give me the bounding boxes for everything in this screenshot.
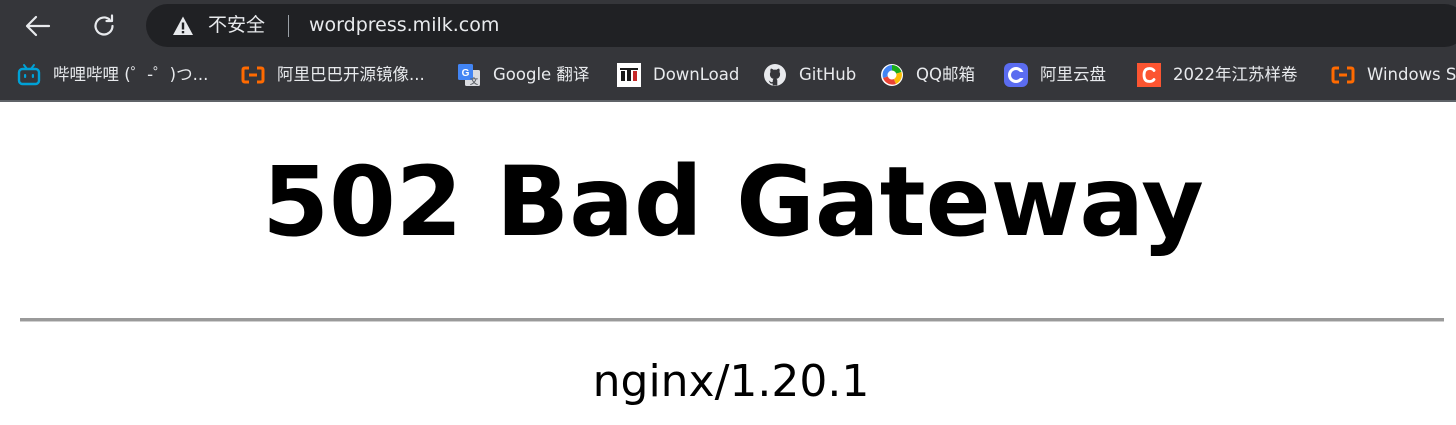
- url-text[interactable]: wordpress.milk.com: [309, 13, 499, 37]
- github-icon: [763, 63, 787, 87]
- browser-toolbar: 不安全 wordpress.milk.com: [0, 0, 1456, 52]
- bookmark-aliyun-drive[interactable]: 阿里云盘: [1004, 62, 1106, 88]
- bookmark-label: 哔哩哔哩 (゜-゜)つ...: [53, 65, 209, 84]
- svg-text:文: 文: [470, 76, 479, 86]
- aliyun-drive-icon: [1004, 63, 1028, 87]
- server-signature: nginx/1.20.1: [592, 356, 870, 407]
- bilibili-icon: [17, 63, 41, 87]
- page-content: 502 Bad Gateway nginx/1.20.1: [0, 102, 1456, 425]
- bookmark-windows-se[interactable]: Windows Se: [1331, 62, 1456, 88]
- back-button[interactable]: [20, 8, 56, 44]
- google-translate-icon: G 文: [457, 63, 481, 87]
- reload-icon: [94, 14, 114, 36]
- bookmark-download[interactable]: DownLoad: [617, 62, 739, 88]
- horizontal-rule: [20, 318, 1444, 322]
- back-arrow-icon: [25, 15, 51, 37]
- download-site-icon: [617, 63, 641, 87]
- bookmark-qq-mail[interactable]: QQ邮箱: [880, 62, 975, 88]
- bookmark-label: 阿里巴巴开源镜像...: [277, 65, 425, 84]
- bookmark-label: QQ邮箱: [916, 65, 975, 84]
- qq-mail-icon: [880, 63, 904, 87]
- browser-chrome: 不安全 wordpress.milk.com 哔哩哔哩 (゜-゜)つ... 阿里…: [0, 0, 1456, 102]
- csdn-icon: [1137, 63, 1161, 87]
- security-status-label[interactable]: 不安全: [208, 13, 265, 37]
- address-bar[interactable]: 不安全 wordpress.milk.com: [146, 4, 1456, 47]
- error-title: 502 Bad Gateway: [262, 146, 1204, 258]
- warning-icon[interactable]: [172, 15, 194, 37]
- bookmark-bilibili[interactable]: 哔哩哔哩 (゜-゜)つ...: [17, 62, 208, 88]
- bookmark-jiangsu-exam[interactable]: 2022年江苏样卷: [1137, 62, 1298, 88]
- alibaba-cloud-icon: [241, 63, 265, 87]
- alibaba-cloud-icon: [1331, 63, 1355, 87]
- bookmark-alibaba-mirror[interactable]: 阿里巴巴开源镜像...: [241, 62, 425, 88]
- address-divider: [288, 15, 289, 37]
- bookmark-label: DownLoad: [653, 65, 740, 84]
- bookmark-github[interactable]: GitHub: [763, 62, 856, 88]
- bookmark-label: 阿里云盘: [1040, 65, 1106, 84]
- svg-text:G: G: [462, 68, 470, 79]
- bookmark-google-translate[interactable]: G 文 Google 翻译: [457, 62, 589, 88]
- bookmark-label: Google 翻译: [493, 65, 590, 84]
- bookmark-label: 2022年江苏样卷: [1173, 65, 1298, 84]
- bookmark-label: GitHub: [799, 65, 857, 84]
- bookmark-label: Windows Se: [1367, 65, 1456, 84]
- reload-button[interactable]: [86, 8, 122, 44]
- bookmarks-bar: 哔哩哔哩 (゜-゜)つ... 阿里巴巴开源镜像... G 文 Google 翻译…: [0, 52, 1456, 100]
